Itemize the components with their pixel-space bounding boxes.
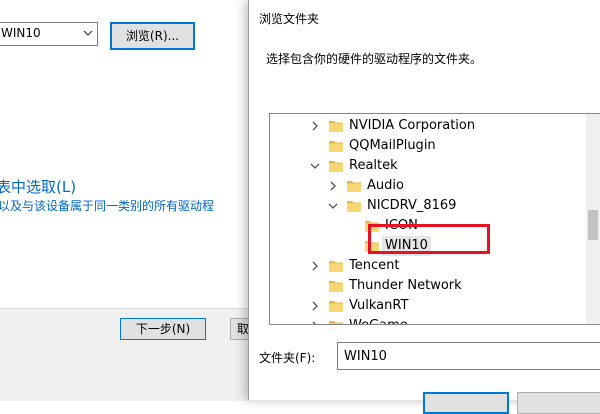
folder-icon	[329, 141, 343, 152]
chevron-right-icon[interactable]	[328, 181, 338, 191]
chevron-down-icon[interactable]	[83, 28, 93, 38]
browse-folder-dialog: 浏览文件夹 选择包含你的硬件的驱动程序的文件夹。 NVIDIA Corporat…	[248, 0, 600, 414]
folder-icon	[329, 321, 343, 324]
chevron-right-icon[interactable]	[310, 261, 320, 271]
driver-path-value: WIN10	[1, 26, 41, 40]
tree-node-label: NICDRV_8169	[367, 198, 457, 213]
chevron-right-icon[interactable]	[310, 121, 320, 131]
tree-node[interactable]: Tencent	[270, 256, 588, 276]
tree-node-label: VulkanRT	[349, 298, 409, 313]
tree-node[interactable]: Audio	[270, 176, 588, 196]
chevron-down-icon[interactable]	[310, 161, 320, 171]
dialog-instruction: 选择包含你的硬件的驱动程序的文件夹。	[266, 52, 483, 66]
chevron-right-icon[interactable]	[310, 301, 320, 311]
tree-node[interactable]: NICDRV_8169	[270, 196, 588, 216]
folder-icon	[329, 301, 343, 312]
chevron-down-icon[interactable]	[328, 201, 338, 211]
next-button[interactable]: 下一步(N)	[120, 318, 206, 340]
tree-node[interactable]: Realtek	[270, 156, 588, 176]
tree-node-label: NVIDIA Corporation	[349, 118, 476, 133]
chevron-right-icon[interactable]	[310, 321, 320, 325]
ok-button[interactable]	[423, 392, 509, 414]
tree-node-label: QQMailPlugin	[349, 138, 436, 153]
folder-icon	[329, 161, 343, 172]
tree-scrollbar[interactable]	[586, 114, 600, 324]
tree-node[interactable]: QQMailPlugin	[270, 136, 588, 156]
browse-button[interactable]: 浏览(R)...	[110, 22, 195, 50]
folder-icon	[329, 121, 343, 132]
folder-tree[interactable]: NVIDIA Corporation QQMailPlugin Realtek Aud…	[269, 113, 600, 325]
tree-scrollbar-thumb[interactable]	[588, 210, 598, 240]
pick-from-list-description: 以及与该设备属于同一类别的所有驱动程	[0, 199, 215, 213]
tree-node-label: WeGame...	[349, 316, 420, 324]
tree-node[interactable]: NVIDIA Corporation	[270, 116, 588, 136]
folder-icon	[329, 281, 343, 292]
dialog-cancel-button[interactable]	[517, 392, 600, 414]
dialog-title: 浏览文件夹	[259, 12, 320, 26]
tree-node[interactable]: WeGame...	[270, 316, 588, 325]
folder-icon	[329, 261, 343, 272]
selection-highlight-annotation	[368, 224, 490, 254]
tree-node-label: Tencent	[349, 258, 400, 273]
folder-input[interactable]	[337, 342, 600, 370]
tree-node-label: Thunder Network	[349, 278, 462, 293]
tree-node-label: Audio	[367, 178, 404, 193]
tree-node[interactable]: VulkanRT	[270, 296, 588, 316]
driver-path-combobox[interactable]: WIN10	[0, 22, 98, 46]
folder-icon	[347, 201, 361, 212]
tree-node[interactable]: Thunder Network	[270, 276, 588, 296]
folder-label: 文件夹(F):	[259, 351, 316, 365]
pick-from-list-link[interactable]: 表中选取(L)	[0, 176, 76, 197]
tree-node-label: Realtek	[349, 158, 398, 173]
folder-icon	[347, 181, 361, 192]
